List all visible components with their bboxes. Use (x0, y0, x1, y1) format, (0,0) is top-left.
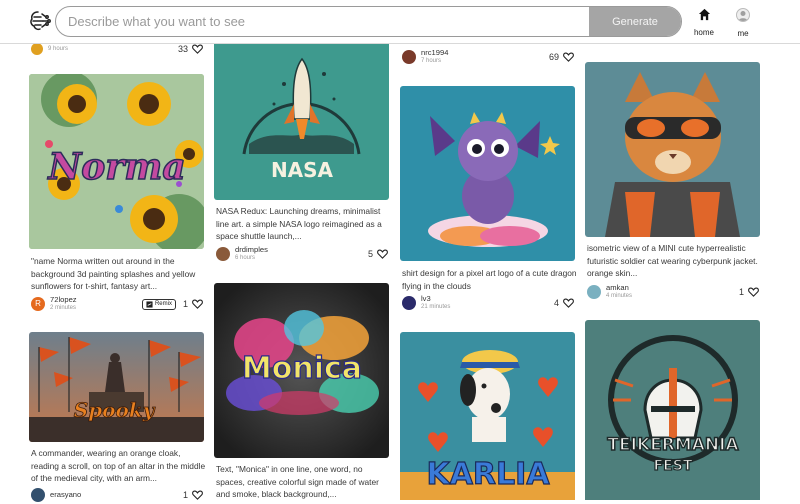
prompt-caption: "name Norma written out around in the ba… (31, 256, 196, 292)
post-time: 9 hours (48, 46, 69, 52)
remix-button[interactable]: Remix (141, 298, 176, 310)
art-text: NASA (271, 158, 334, 182)
art-text: Spooky (74, 398, 156, 422)
prompt-input[interactable] (56, 7, 589, 36)
art-text: TEIKERMANIA (607, 435, 739, 455)
top-bar: Generate home me (0, 0, 800, 44)
username[interactable]: amkan (606, 284, 739, 292)
card-meta: R 72lopez 2 minutes Remix 1 (31, 295, 206, 313)
like-count: 1 (182, 490, 188, 500)
user-avatar[interactable] (587, 285, 601, 299)
generate-button[interactable]: Generate (589, 7, 681, 36)
generated-image[interactable]: KARLIA (400, 332, 575, 500)
post-time: 7 hours (421, 58, 442, 64)
user-avatar[interactable] (402, 296, 416, 310)
like-count: 5 (367, 249, 373, 259)
card-meta: amkan 4 minutes 1 (587, 283, 762, 301)
nav-home[interactable]: home (690, 8, 718, 37)
art-text: KARLIA (426, 457, 550, 492)
prompt-caption: A commander, wearing an orange cloak, re… (31, 448, 206, 484)
prompt-caption: shirt design for a pixel art logo of a c… (402, 268, 577, 291)
heart-icon[interactable] (192, 299, 203, 309)
heart-icon[interactable] (192, 490, 203, 500)
heart-icon[interactable] (563, 52, 574, 62)
post-time: 21 minutes (421, 304, 451, 310)
user-avatar-icon (736, 8, 750, 22)
post-time: 4 minutes (606, 293, 633, 299)
art-text: Norma (47, 146, 185, 188)
user-avatar[interactable] (402, 50, 416, 64)
prompt-search-bar: Generate (55, 6, 682, 37)
user-avatar[interactable]: R (31, 297, 45, 311)
card-meta: lv3 21 minutes 4 (402, 294, 577, 312)
user-avatar[interactable] (216, 247, 230, 261)
heart-icon[interactable] (563, 298, 574, 308)
username[interactable]: drdimples (235, 246, 368, 254)
cyberpunk-cat-art (585, 62, 760, 237)
prompt-caption: Text, "Monica" in one line, one word, no… (216, 464, 379, 500)
like-count: 33 (177, 44, 188, 54)
username[interactable]: nrc1994 (421, 49, 549, 57)
brain-logo-icon[interactable] (28, 9, 52, 33)
post-time: 2 minutes (50, 305, 77, 311)
nav-me[interactable]: me (732, 8, 754, 38)
sunflower-art: Norma (29, 74, 204, 249)
generated-image[interactable]: Monica (214, 283, 389, 458)
art-text: FEST (654, 458, 693, 474)
username[interactable]: lv3 (421, 295, 554, 303)
art-text: Monica (242, 351, 362, 386)
heart-icon[interactable] (192, 44, 203, 54)
nav-home-label: home (693, 28, 714, 37)
like-count: 4 (553, 298, 559, 308)
like-count: 69 (548, 52, 559, 62)
commander-art: Spooky (29, 332, 204, 442)
prompt-caption: isometric view of a MINI cute hyperreali… (587, 243, 758, 279)
card-meta: erasyano 1 (31, 486, 206, 504)
prompt-caption: NASA Redux: Launching dreams, minimalist… (216, 206, 382, 242)
nav-me-label: me (737, 29, 749, 38)
remix-icon (146, 300, 153, 308)
generated-image[interactable]: Spooky (29, 332, 204, 442)
generated-image[interactable]: TEIKERMANIA FEST (585, 320, 760, 500)
home-icon (698, 8, 710, 21)
user-avatar[interactable] (31, 43, 43, 55)
generated-image[interactable] (585, 62, 760, 237)
generated-image[interactable] (400, 86, 575, 261)
generated-image[interactable]: Norma (29, 74, 204, 249)
dragon-art (400, 86, 575, 261)
card-meta: nrc1994 7 hours 69 (402, 48, 577, 66)
username[interactable]: 72lopez (50, 296, 142, 304)
remix-label: Remix (154, 301, 172, 307)
like-count: 1 (182, 299, 188, 309)
card-meta: drdimples 6 hours 5 (216, 245, 391, 263)
username[interactable]: erasyano (50, 491, 183, 499)
monica-splash-art: Monica (214, 283, 389, 458)
like-count: 1 (738, 287, 744, 297)
teikermania-logo-art: TEIKERMANIA FEST (585, 320, 760, 500)
post-time: 6 hours (235, 255, 256, 261)
nasa-shuttle-art: NASA (214, 44, 389, 200)
karlia-dog-art: KARLIA (400, 332, 575, 500)
generated-image[interactable]: NASA (214, 44, 389, 200)
heart-icon[interactable] (377, 249, 388, 259)
heart-icon[interactable] (748, 287, 759, 297)
